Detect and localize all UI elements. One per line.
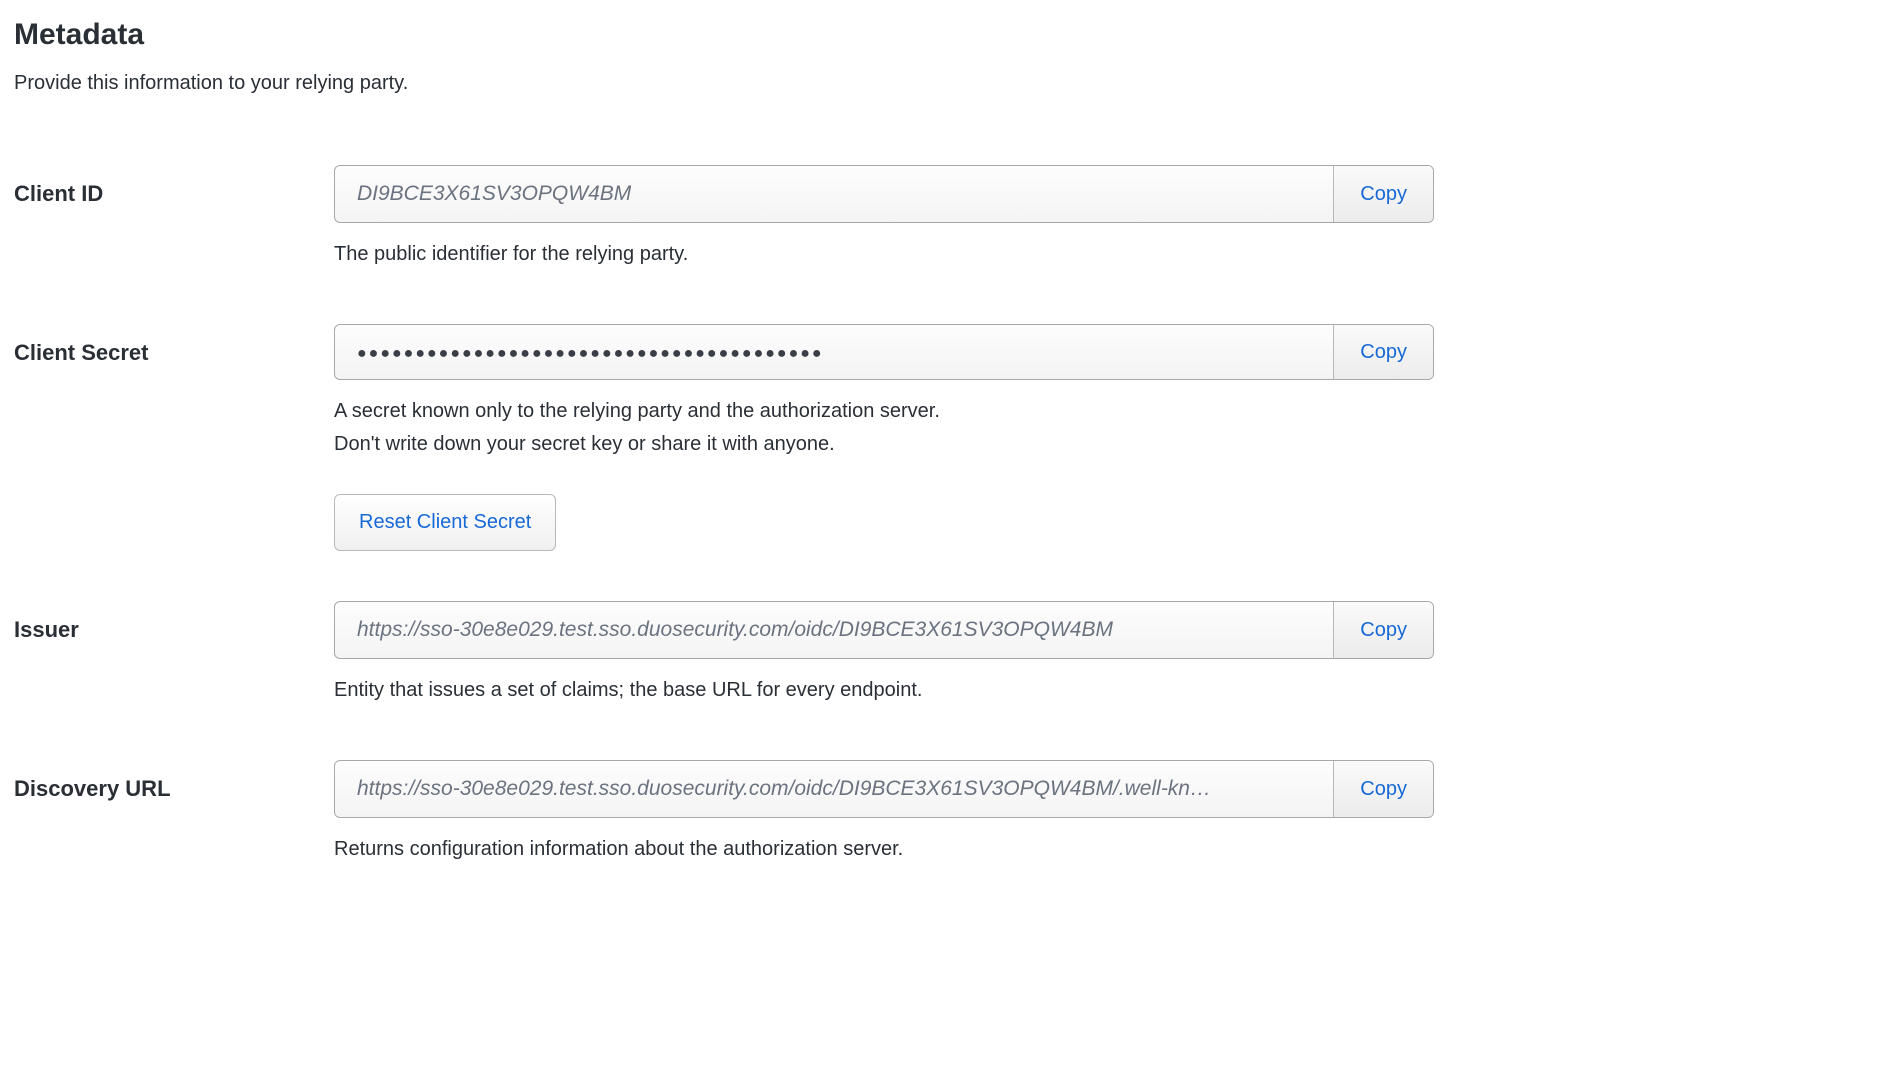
- client-id-input-group: Copy: [334, 165, 1434, 223]
- discovery-url-copy-button[interactable]: Copy: [1333, 761, 1433, 817]
- client-secret-copy-button[interactable]: Copy: [1333, 325, 1433, 379]
- client-id-copy-button[interactable]: Copy: [1333, 166, 1433, 222]
- client-secret-input[interactable]: [335, 325, 1333, 379]
- client-secret-help-1: A secret known only to the relying party…: [334, 400, 1434, 423]
- issuer-input-group: Copy: [334, 601, 1434, 659]
- field-row-client-id: Client ID Copy The public identifier for…: [14, 165, 1880, 274]
- field-row-client-secret: Client Secret Copy A secret known only t…: [14, 324, 1880, 551]
- issuer-input[interactable]: [335, 602, 1333, 658]
- reset-client-secret-button[interactable]: Reset Client Secret: [334, 494, 556, 551]
- issuer-copy-button[interactable]: Copy: [1333, 602, 1433, 658]
- client-secret-input-group: Copy: [334, 324, 1434, 380]
- field-row-discovery-url: Discovery URL Copy Returns configuration…: [14, 760, 1880, 869]
- client-id-help: The public identifier for the relying pa…: [334, 243, 1434, 266]
- discovery-url-label: Discovery URL: [14, 760, 334, 802]
- section-description: Provide this information to your relying…: [14, 72, 1880, 95]
- client-secret-help-2: Don't write down your secret key or shar…: [334, 433, 1434, 456]
- client-secret-content: Copy A secret known only to the relying …: [334, 324, 1434, 551]
- client-id-input[interactable]: [335, 166, 1333, 222]
- client-id-content: Copy The public identifier for the relyi…: [334, 165, 1434, 274]
- issuer-content: Copy Entity that issues a set of claims;…: [334, 601, 1434, 710]
- issuer-help: Entity that issues a set of claims; the …: [334, 679, 1434, 702]
- discovery-url-help: Returns configuration information about …: [334, 838, 1434, 861]
- discovery-url-input-group: Copy: [334, 760, 1434, 818]
- client-secret-label: Client Secret: [14, 324, 334, 366]
- client-id-label: Client ID: [14, 165, 334, 207]
- discovery-url-content: Copy Returns configuration information a…: [334, 760, 1434, 869]
- discovery-url-input[interactable]: [335, 761, 1333, 817]
- field-row-issuer: Issuer Copy Entity that issues a set of …: [14, 601, 1880, 710]
- section-title: Metadata: [14, 18, 1880, 52]
- issuer-label: Issuer: [14, 601, 334, 643]
